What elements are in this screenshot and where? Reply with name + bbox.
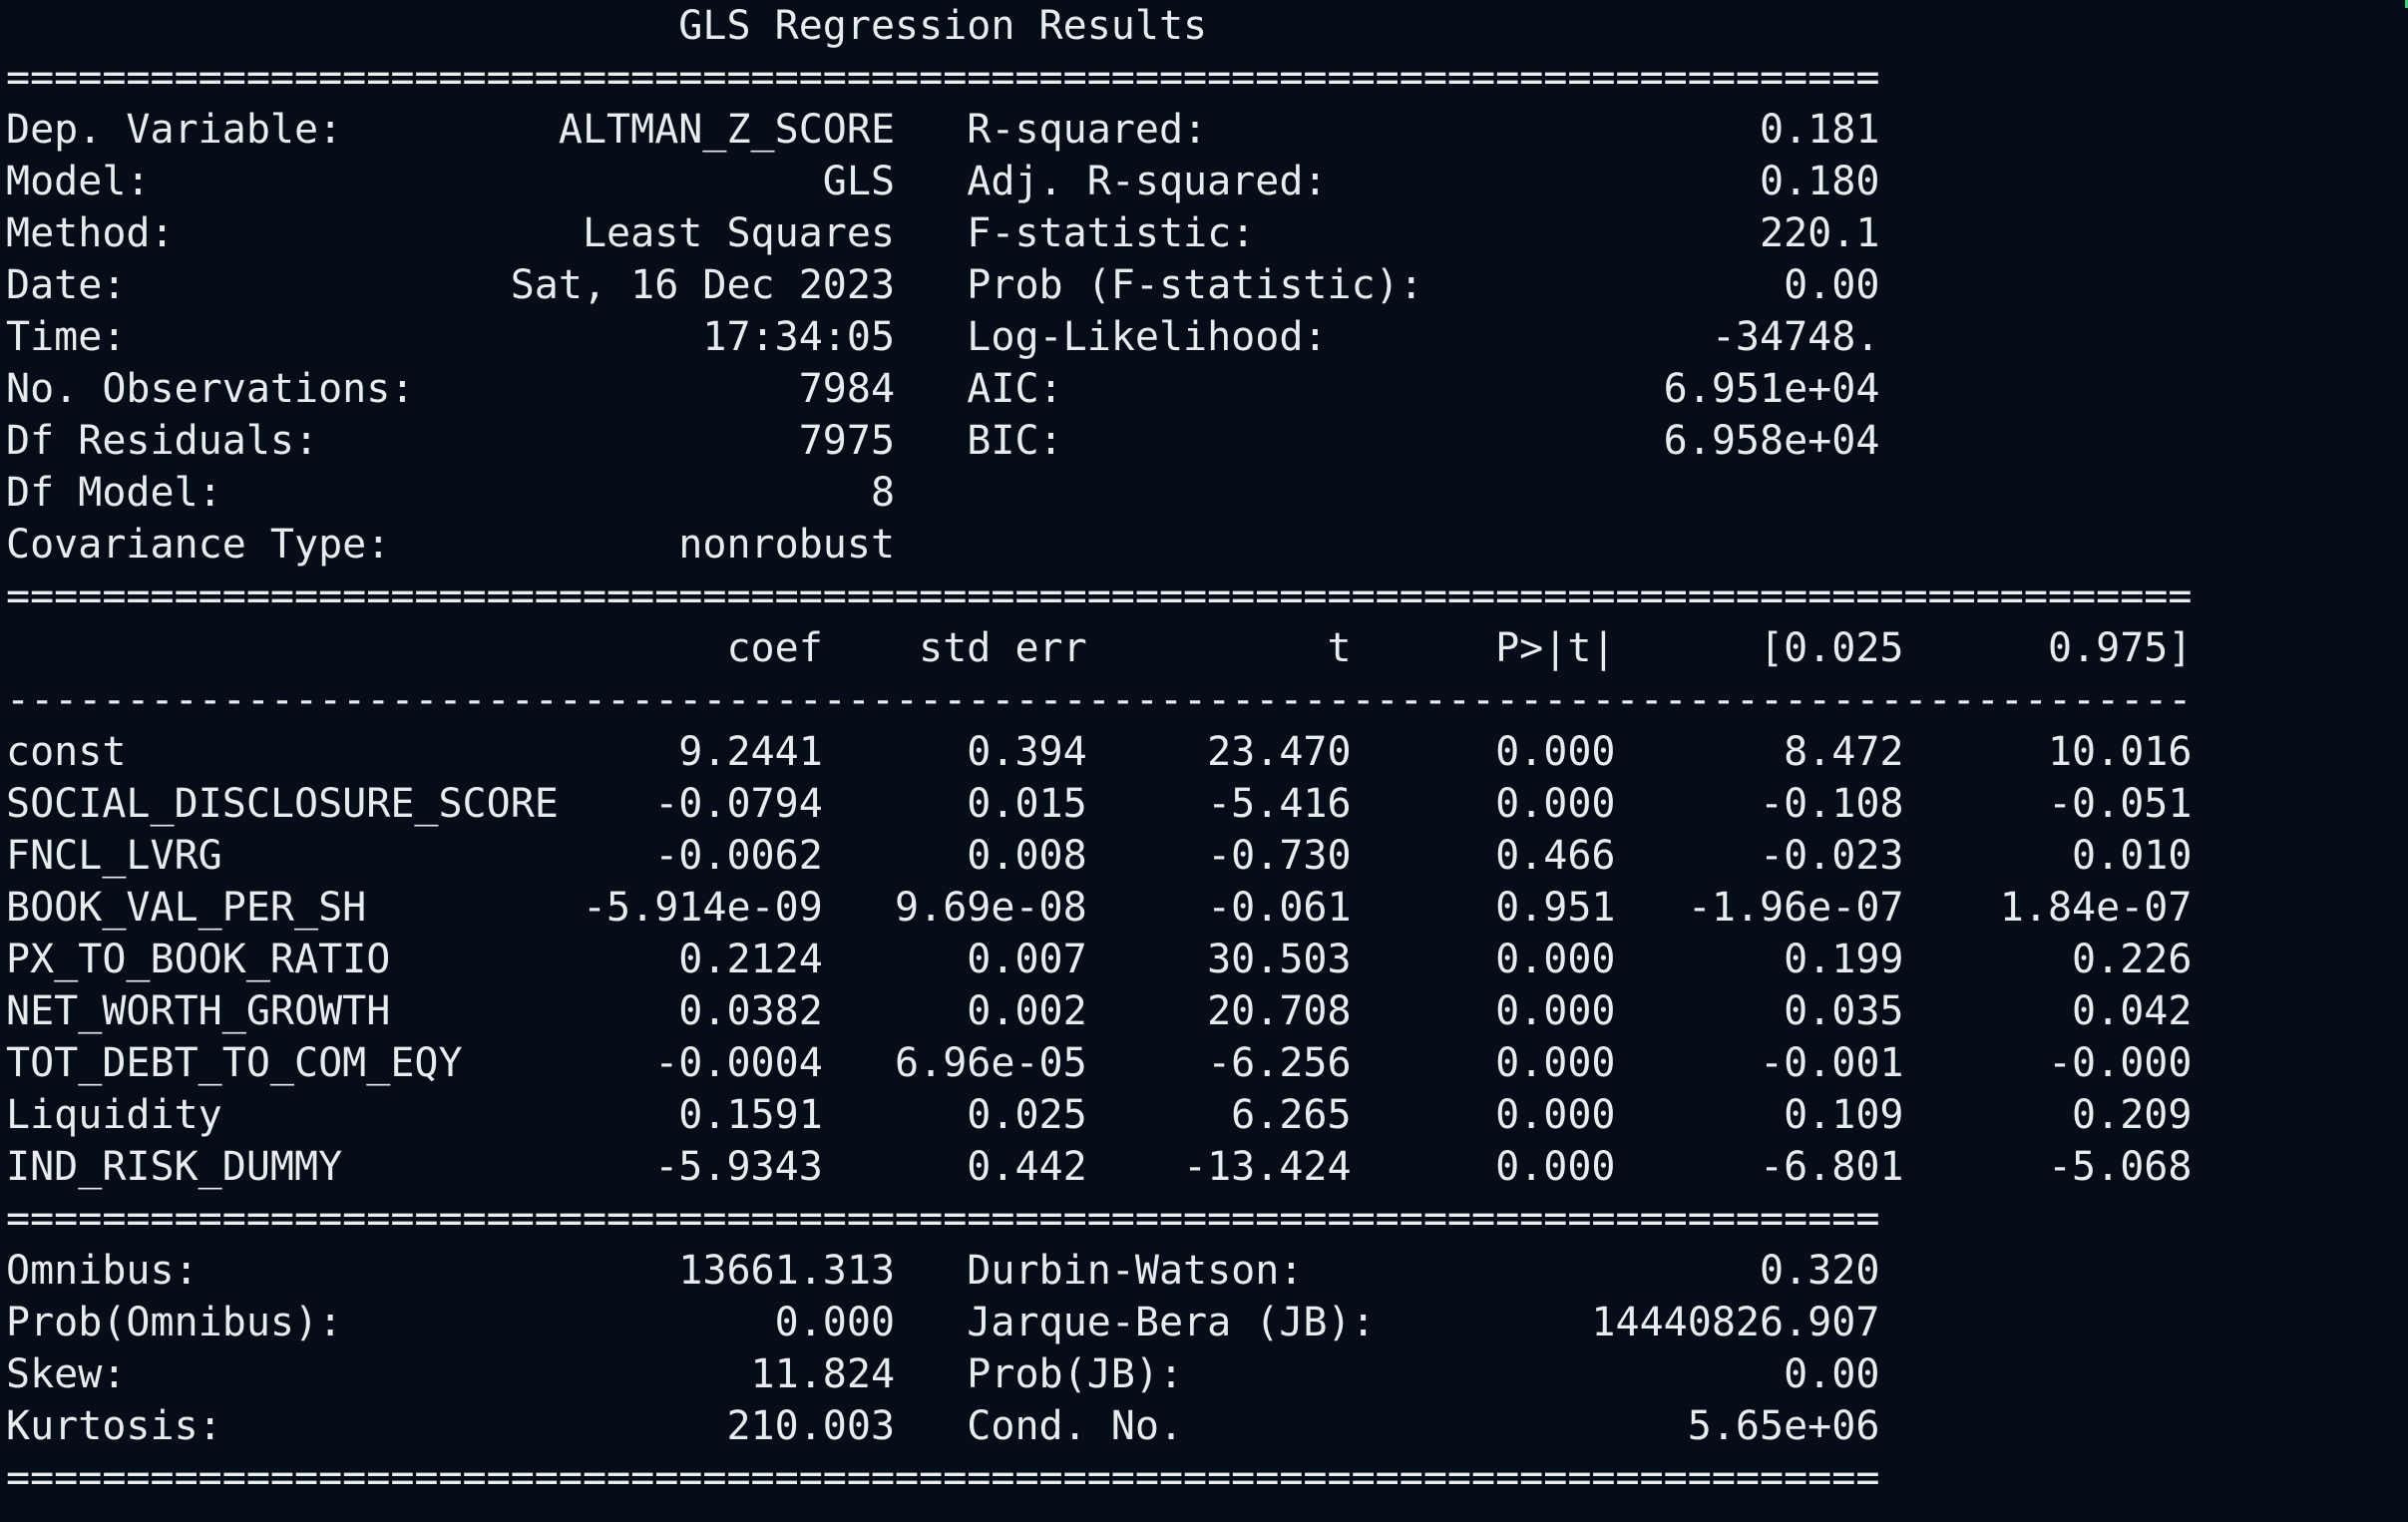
model-info-row: Date: Sat, 16 Dec 2023 Prob (F-statistic… <box>6 262 1880 308</box>
rule-line: ========================================… <box>6 1196 1880 1242</box>
model-info-row: Method: Least Squares F-statistic: 220.1 <box>6 210 1880 256</box>
diagnostics-row: Prob(Omnibus): 0.000 Jarque-Bera (JB): 1… <box>6 1300 1880 1345</box>
model-info-row: Df Model: 8 <box>6 470 896 516</box>
rule-line: ========================================… <box>6 573 2193 619</box>
rule-line: ========================================… <box>6 1455 1880 1501</box>
summary-title: GLS Regression Results <box>6 3 1208 49</box>
model-info-row: No. Observations: 7984 AIC: 6.951e+04 <box>6 366 1880 412</box>
terminal-window[interactable]: GLS Regression Results ==================… <box>0 0 2408 1522</box>
model-info-row: Model: GLS Adj. R-squared: 0.180 <box>6 159 1880 204</box>
coef-table-row: Liquidity 0.1591 0.025 6.265 0.000 0.109… <box>6 1092 2193 1138</box>
coef-table-row: FNCL_LVRG -0.0062 0.008 -0.730 0.466 -0.… <box>6 833 2193 879</box>
coef-table-row: const 9.2441 0.394 23.470 0.000 8.472 10… <box>6 729 2193 775</box>
coef-table-row: SOCIAL_DISCLOSURE_SCORE -0.0794 0.015 -5… <box>6 781 2193 827</box>
model-info-row: Covariance Type: nonrobust <box>6 522 896 568</box>
coef-table-row: BOOK_VAL_PER_SH -5.914e-09 9.69e-08 -0.0… <box>6 885 2193 931</box>
coef-table-row: PX_TO_BOOK_RATIO 0.2124 0.007 30.503 0.0… <box>6 937 2193 982</box>
rule-line: ========================================… <box>6 55 1880 101</box>
model-info-row: Dep. Variable: ALTMAN_Z_SCORE R-squared:… <box>6 107 1880 153</box>
coef-table-header: coef std err t P>|t| [0.025 0.975] <box>6 625 2193 671</box>
model-info-row: Time: 17:34:05 Log-Likelihood: -34748. <box>6 314 1880 360</box>
diagnostics-row: Kurtosis: 210.003 Cond. No. 5.65e+06 <box>6 1403 1880 1449</box>
coef-table-row: TOT_DEBT_TO_COM_EQY -0.0004 6.96e-05 -6.… <box>6 1040 2193 1086</box>
regression-summary-output: GLS Regression Results ==================… <box>6 0 2192 1504</box>
rule-line: ----------------------------------------… <box>6 677 2193 723</box>
diagnostics-row: Skew: 11.824 Prob(JB): 0.00 <box>6 1351 1880 1397</box>
coef-table-row: IND_RISK_DUMMY -5.9343 0.442 -13.424 0.0… <box>6 1144 2193 1190</box>
diagnostics-row: Omnibus: 13661.313 Durbin-Watson: 0.320 <box>6 1248 1880 1294</box>
coef-table-row: NET_WORTH_GROWTH 0.0382 0.002 20.708 0.0… <box>6 988 2193 1034</box>
model-info-row: Df Residuals: 7975 BIC: 6.958e+04 <box>6 418 1880 464</box>
